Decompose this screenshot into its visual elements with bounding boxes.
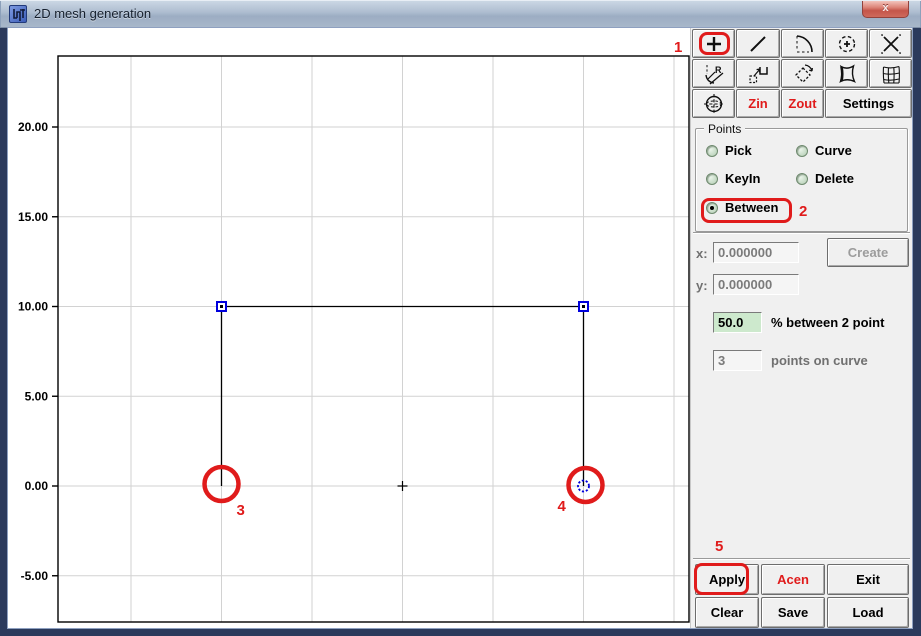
tool-region-button[interactable] [825,59,868,88]
acen-button[interactable]: Acen [761,564,825,595]
crosshair-plus-icon [703,33,725,55]
region-boundary-icon [836,63,858,85]
tool-rotate-button[interactable] [781,59,824,88]
tool-add-point-button[interactable] [692,29,735,58]
mesh-app-window: { "window": { "title": "2D mesh generati… [0,0,921,636]
separator [693,558,910,560]
x-input[interactable]: 0.000000 [713,242,799,263]
annotation-circle-4 [566,465,605,505]
create-button[interactable]: Create [827,238,909,267]
radio-circle-icon [796,144,808,157]
y-axis-tick-label: 20.00 [18,120,48,134]
percent-between-input[interactable]: 50.0 [713,312,762,333]
annotation-number-1: 1 [674,39,682,56]
plot-svg: 20.00 15.00 10.00 5.00 0.00 -5.00 3 4 1 [18,39,690,623]
radio-between[interactable]: Between [706,200,778,215]
clear-button[interactable]: Clear [695,597,759,628]
y-axis-tick-label: 15.00 [18,210,48,224]
radio-circle-icon [706,144,718,157]
title-bar[interactable]: 2D mesh generation x [0,0,921,28]
tool-zoom-extents-button[interactable] [692,89,735,118]
tool-circle-button[interactable] [825,29,868,58]
fillet-radius-icon: R [703,63,725,85]
points-on-curve-input[interactable]: 3 [713,350,762,371]
radio-circle-icon [706,172,718,185]
y-input[interactable]: 0.000000 [713,274,799,295]
y-field-label: y: [696,278,708,293]
plot-border [57,55,690,623]
circle-center-plus-icon [836,33,858,55]
exit-button[interactable]: Exit [827,564,909,595]
arc-dashed-icon [792,33,814,55]
tool-copy-button[interactable] [736,59,780,88]
x-field-label: x: [696,246,708,261]
tool-arc-button[interactable] [781,29,824,58]
radio-delete[interactable]: Delete [796,171,854,186]
intersection-x-icon [880,33,902,55]
client-area: 20.00 15.00 10.00 5.00 0.00 -5.00 3 4 1 R [8,28,912,628]
rotate-diamond-icon [792,63,814,85]
zoom-in-button[interactable]: Zin [736,89,780,118]
radio-circle-icon [796,172,808,185]
y-axis-tick-label: -5.00 [21,569,49,583]
y-axis-tick-label: 10.00 [18,300,48,314]
annotation-number-3: 3 [237,502,245,519]
radio-keyin[interactable]: KeyIn [706,171,760,186]
tool-fillet-button[interactable]: R [692,59,735,88]
window-title: 2D mesh generation [34,6,152,21]
tool-mesh-button[interactable] [869,59,912,88]
save-button[interactable]: Save [761,597,825,628]
line-segment-icon [747,33,769,55]
y-axis-tick-label: 0.00 [25,479,49,493]
origin-cross-marker [397,481,408,491]
percent-between-label: % between 2 point [771,315,885,330]
annotation-number-2: 2 [799,203,808,220]
vertex-center-dot [220,305,223,308]
copy-translate-icon [747,63,769,85]
tool-line-button[interactable] [736,29,780,58]
close-button[interactable]: x [862,1,909,18]
points-group-caption: Points [704,122,746,136]
y-axis-tick-label: 5.00 [25,389,49,403]
settings-button[interactable]: Settings [825,89,912,118]
tool-intersect-button[interactable] [869,29,912,58]
zoom-out-button[interactable]: Zout [781,89,824,118]
separator [693,232,910,234]
radio-pick[interactable]: Pick [706,143,752,158]
radio-circle-icon [706,201,718,214]
annotation-number-5: 5 [715,538,724,555]
mesh-canvas[interactable]: 20.00 15.00 10.00 5.00 0.00 -5.00 3 4 1 [8,28,690,628]
control-panel: R Zin Zout Settings Points Pick Curve Ke… [690,28,912,628]
annotation-number-4: 4 [558,498,567,515]
radio-curve[interactable]: Curve [796,143,852,158]
svg-text:R: R [715,65,722,75]
vertex-center-dot [582,305,585,308]
load-button[interactable]: Load [827,597,909,628]
mesh-grid-icon [880,63,902,85]
apply-button[interactable]: Apply [695,564,759,595]
points-on-curve-label: points on curve [771,353,868,368]
zoom-extents-icon [703,93,725,115]
app-logo-icon [9,5,27,23]
